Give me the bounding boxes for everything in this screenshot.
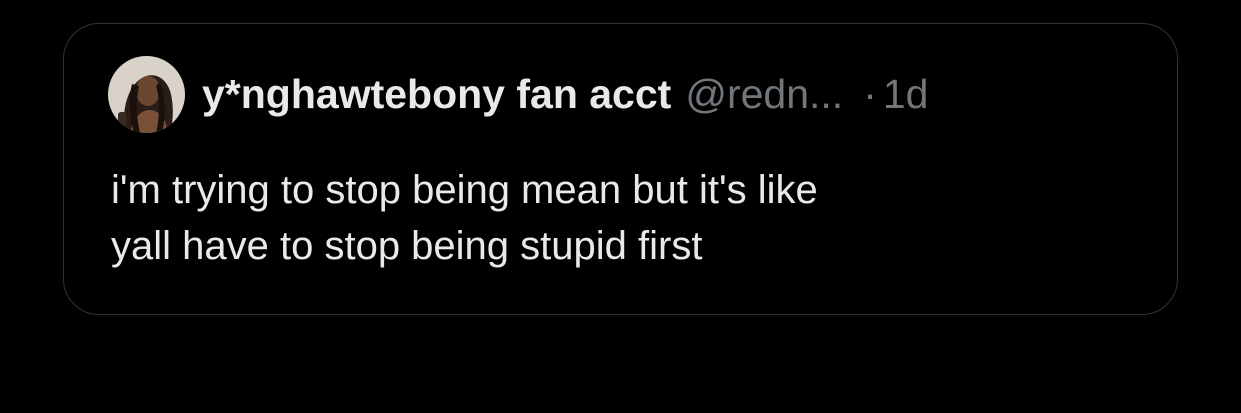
avatar-photo-icon <box>108 56 185 133</box>
tweet-header: y*nghawtebony fan acct @redn... · 1d <box>202 64 928 124</box>
tweet-text: i'm trying to stop being mean but it's l… <box>111 168 818 268</box>
timestamp[interactable]: 1d <box>883 64 929 124</box>
display-name[interactable]: y*nghawtebony fan acct <box>202 64 671 124</box>
avatar[interactable] <box>108 56 185 133</box>
dot-separator: · <box>863 71 877 117</box>
user-handle[interactable]: @redn... <box>685 64 843 124</box>
quoted-tweet-card[interactable]: y*nghawtebony fan acct @redn... · 1d i'm… <box>63 23 1178 315</box>
